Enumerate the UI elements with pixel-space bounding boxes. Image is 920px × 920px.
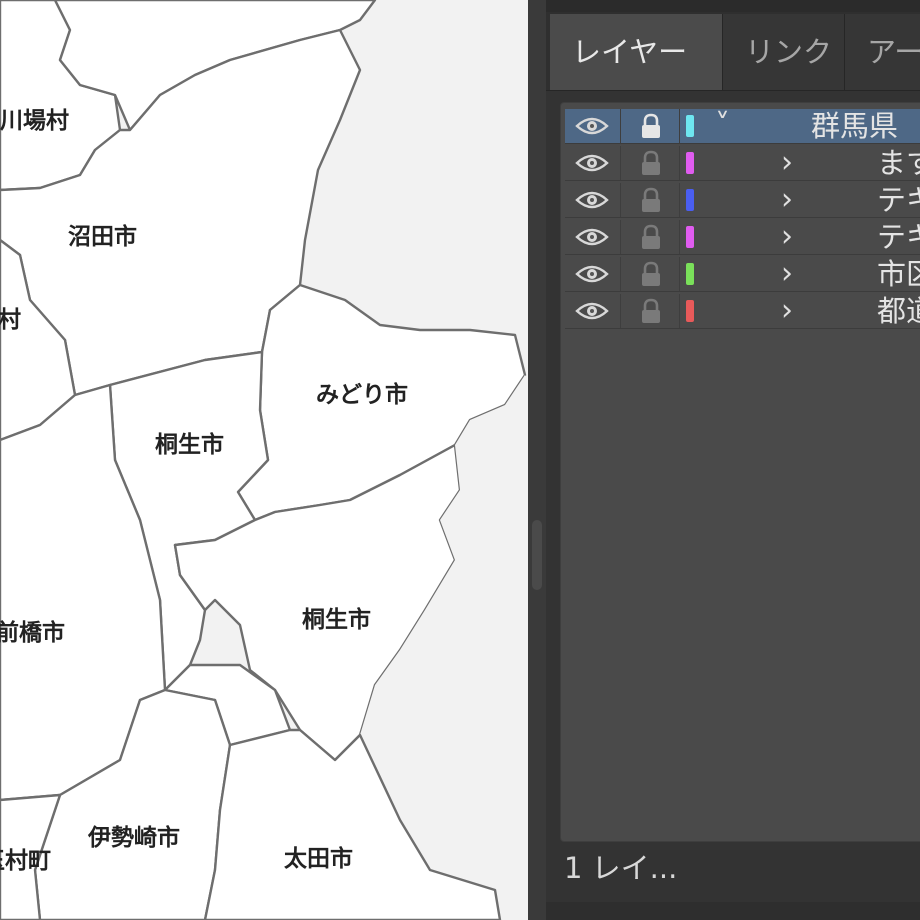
tab-links[interactable]: リンク (722, 14, 844, 90)
layer-count-status: 1 レイ... (564, 851, 678, 885)
visibility-toggle[interactable] (565, 294, 621, 328)
layer-row[interactable]: › ますめ (565, 146, 920, 181)
layer-color-chip (686, 263, 694, 285)
label-kawaba: 川場村 (0, 108, 69, 134)
panel-divider (528, 0, 546, 920)
lock-icon (642, 224, 660, 249)
chevron-down-icon[interactable]: ˅ (715, 109, 730, 143)
layer-list: ˅ 群馬県 › ますめ › テキスト › テキスト › 市区町村 › 都道府県 (560, 102, 920, 842)
layer-color-chip (686, 115, 694, 137)
label-ota: 太田市 (284, 845, 353, 872)
chevron-right-icon[interactable]: › (781, 220, 793, 254)
panel-title-bar[interactable] (546, 0, 920, 12)
lock-icon (642, 113, 660, 138)
lock-toggle[interactable] (621, 220, 680, 254)
layer-name[interactable]: テキスト (877, 183, 920, 217)
panel-tab-bar: レイヤー リンク アートボード (546, 12, 920, 91)
label-maebashi: 前橋市 (0, 619, 65, 646)
lock-toggle[interactable] (621, 146, 680, 180)
chevron-right-icon[interactable]: › (781, 294, 793, 328)
layer-color-chip (686, 300, 694, 322)
lock-toggle[interactable] (621, 257, 680, 291)
layer-row[interactable]: › 市区町村 (565, 257, 920, 292)
tab-artboards[interactable]: アートボード (844, 14, 920, 90)
eye-icon (575, 154, 609, 172)
label-kiryu-west: 桐生市 (155, 431, 224, 458)
layer-color-chip (686, 152, 694, 174)
map-canvas[interactable]: 川場村 沼田市 村 みどり市 桐生市 桐生市 前橋市 伊勢崎市 玉村町 太田市 (0, 0, 528, 920)
eye-icon (575, 265, 609, 283)
lock-icon (642, 298, 660, 323)
eye-icon (575, 191, 609, 209)
lock-icon (642, 150, 660, 175)
layer-name[interactable]: 市区町村 (877, 257, 920, 291)
lock-icon (642, 187, 660, 212)
layer-name[interactable]: ますめ (877, 146, 920, 180)
label-tamamura: 玉村町 (0, 848, 51, 874)
tab-layers[interactable]: レイヤー (550, 14, 722, 90)
layer-row[interactable]: ˅ 群馬県 (565, 109, 920, 144)
panel-bottom-bar (546, 902, 920, 920)
eye-icon (575, 228, 609, 246)
layer-name[interactable]: テキスト (877, 220, 920, 254)
chevron-right-icon[interactable]: › (781, 183, 793, 217)
visibility-toggle[interactable] (565, 183, 621, 217)
chevron-right-icon[interactable]: › (781, 257, 793, 291)
layer-row[interactable]: › テキスト (565, 220, 920, 255)
label-isesaki: 伊勢崎市 (87, 824, 180, 851)
label-numata: 沼田市 (68, 223, 137, 250)
chevron-right-icon[interactable]: › (781, 146, 793, 180)
lock-toggle[interactable] (621, 109, 680, 143)
lock-toggle[interactable] (621, 183, 680, 217)
visibility-toggle[interactable] (565, 257, 621, 291)
label-kiryu-east: 桐生市 (302, 606, 371, 633)
lock-toggle[interactable] (621, 294, 680, 328)
layer-color-chip (686, 226, 694, 248)
label-midori: みどり市 (316, 381, 408, 408)
lock-icon (642, 261, 660, 286)
layer-name[interactable]: 都道府県 (877, 294, 920, 328)
visibility-toggle[interactable] (565, 109, 621, 143)
layer-row[interactable]: › 都道府県 (565, 294, 920, 329)
eye-icon (575, 117, 609, 135)
layers-panel: レイヤー リンク アートボード ˅群馬県›ますめ›テキスト›テキスト›市区町村›… (546, 0, 920, 920)
layer-row[interactable]: › テキスト (565, 183, 920, 218)
label-village: 村 (0, 307, 21, 333)
visibility-toggle[interactable] (565, 220, 621, 254)
eye-icon (575, 302, 609, 320)
layer-color-chip (686, 189, 694, 211)
visibility-toggle[interactable] (565, 146, 621, 180)
layer-name[interactable]: 群馬県 (811, 109, 898, 143)
splitter-handle[interactable] (532, 520, 542, 590)
gunma-map: 川場村 沼田市 村 みどり市 桐生市 桐生市 前橋市 伊勢崎市 玉村町 太田市 (0, 0, 528, 920)
